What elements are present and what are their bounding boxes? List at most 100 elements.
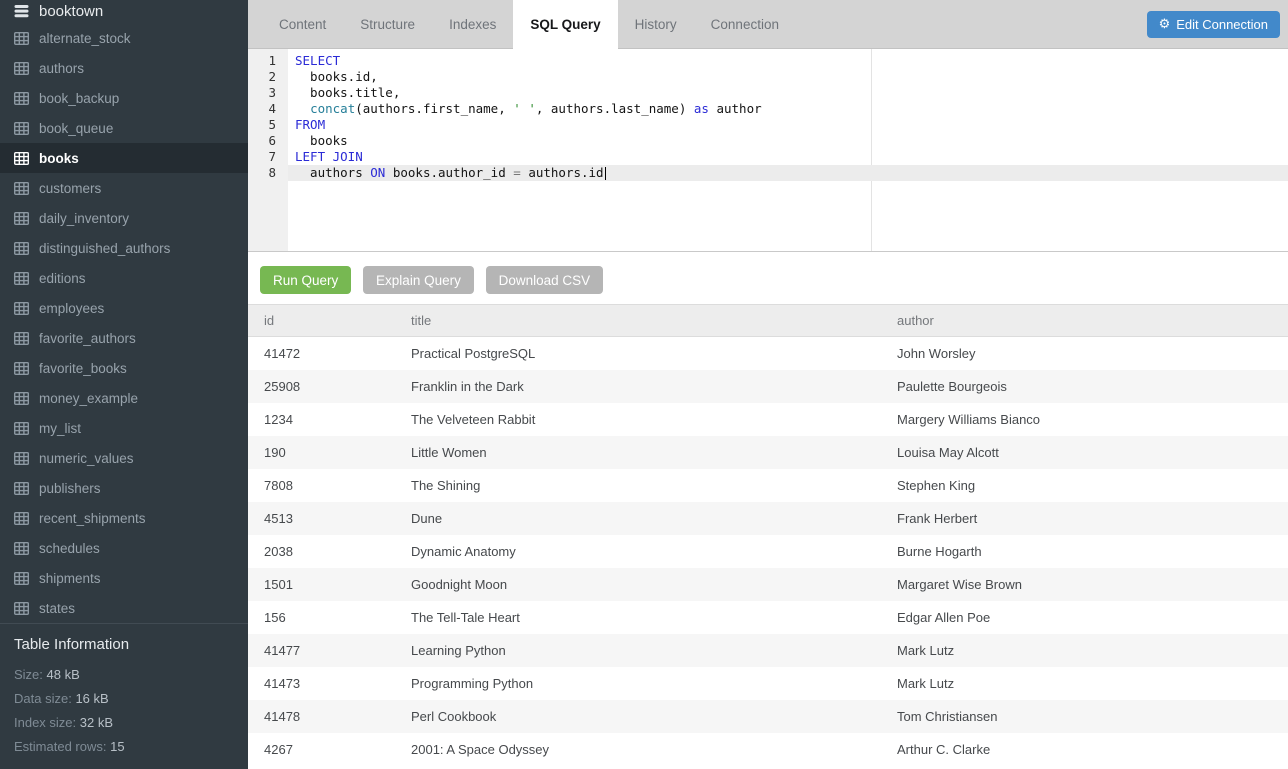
- cell-author: Louisa May Alcott: [897, 436, 1288, 469]
- cell-author: Margaret Wise Brown: [897, 568, 1288, 601]
- cell-author: Tom Christiansen: [897, 700, 1288, 733]
- code-text: LEFT JOIN: [288, 149, 1288, 165]
- tab-sql-query[interactable]: SQL Query: [513, 0, 617, 49]
- cell-author: Mark Lutz: [897, 634, 1288, 667]
- table-row[interactable]: 7808The ShiningStephen King: [248, 469, 1288, 502]
- column-header-id[interactable]: id: [264, 305, 411, 336]
- sidebar-item-money_example[interactable]: money_example: [0, 383, 248, 413]
- sidebar-item-schedules[interactable]: schedules: [0, 533, 248, 563]
- download-csv-button[interactable]: Download CSV: [486, 266, 604, 294]
- table-icon: [14, 602, 29, 615]
- table-icon: [14, 422, 29, 435]
- line-number: 4: [248, 101, 288, 117]
- table-icon: [14, 242, 29, 255]
- table-row[interactable]: 4513DuneFrank Herbert: [248, 502, 1288, 535]
- sidebar-item-books[interactable]: books: [0, 143, 248, 173]
- sidebar-item-my_list[interactable]: my_list: [0, 413, 248, 443]
- table-list: alternate_stockauthors book_backup book_qu…: [0, 23, 248, 623]
- cell-title: The Shining: [411, 469, 897, 502]
- table-row[interactable]: 1234The Velveteen RabbitMargery Williams…: [248, 403, 1288, 436]
- table-row[interactable]: 1501Goodnight MoonMargaret Wise Brown: [248, 568, 1288, 601]
- table-row[interactable]: 41472Practical PostgreSQLJohn Worsley: [248, 337, 1288, 370]
- cell-title: The Tell-Tale Heart: [411, 601, 897, 634]
- table-icon: [14, 572, 29, 585]
- cell-id: 156: [264, 601, 411, 634]
- code-text: books.id,: [288, 69, 1288, 85]
- cell-title: Practical PostgreSQL: [411, 337, 897, 370]
- column-header-title[interactable]: title: [411, 305, 897, 336]
- cell-author: Mark Lutz: [897, 667, 1288, 700]
- table-info-stats: Size: 48 kBData size: 16 kBIndex size: 3…: [14, 663, 234, 759]
- cell-id: 4267: [264, 733, 411, 766]
- cell-id: 190: [264, 436, 411, 469]
- column-header-author[interactable]: author: [897, 305, 1288, 336]
- tab-history[interactable]: History: [618, 0, 694, 48]
- code-line-5: 5FROM: [248, 117, 1288, 133]
- table-icon: [14, 512, 29, 525]
- results-header-row: idtitleauthor: [248, 305, 1288, 337]
- sidebar-item-favorite_books[interactable]: favorite_books: [0, 353, 248, 383]
- table-row[interactable]: 2038Dynamic AnatomyBurne Hogarth: [248, 535, 1288, 568]
- tab-content[interactable]: Content: [262, 0, 343, 48]
- sidebar-item-employees[interactable]: employees: [0, 293, 248, 323]
- explain-query-button[interactable]: Explain Query: [363, 266, 474, 294]
- table-row[interactable]: 41477Learning PythonMark Lutz: [248, 634, 1288, 667]
- table-row[interactable]: 41473Programming PythonMark Lutz: [248, 667, 1288, 700]
- sidebar-item-publishers[interactable]: publishers: [0, 473, 248, 503]
- sidebar-item-customers[interactable]: customers: [0, 173, 248, 203]
- code-line-1: 1SELECT: [248, 53, 1288, 69]
- cell-id: 2038: [264, 535, 411, 568]
- table-name: editions: [39, 271, 86, 286]
- sidebar-item-daily_inventory[interactable]: daily_inventory: [0, 203, 248, 233]
- table-icon: [14, 542, 29, 555]
- cell-id: 41477: [264, 634, 411, 667]
- sidebar-item-states[interactable]: states: [0, 593, 248, 623]
- cell-id: 25908: [264, 370, 411, 403]
- cell-title: Goodnight Moon: [411, 568, 897, 601]
- cell-title: The Velveteen Rabbit: [411, 403, 897, 436]
- sidebar-item-distinguished_authors[interactable]: distinguished_authors: [0, 233, 248, 263]
- table-name: schedules: [39, 541, 100, 556]
- table-row[interactable]: 156The Tell-Tale HeartEdgar Allen Poe: [248, 601, 1288, 634]
- table-name: money_example: [39, 391, 138, 406]
- table-name: authors: [39, 61, 84, 76]
- table-icon: [14, 302, 29, 315]
- code-text: FROM: [288, 117, 1288, 133]
- code-text: SELECT: [288, 53, 1288, 69]
- table-icon: [14, 182, 29, 195]
- sidebar-item-numeric_values[interactable]: numeric_values: [0, 443, 248, 473]
- table-name: distinguished_authors: [39, 241, 170, 256]
- code-line-6: 6 books: [248, 133, 1288, 149]
- table-row[interactable]: 42672001: A Space OdysseyArthur C. Clark…: [248, 733, 1288, 766]
- text-cursor: [605, 167, 606, 180]
- sidebar-item-editions[interactable]: editions: [0, 263, 248, 293]
- tab-indexes[interactable]: Indexes: [432, 0, 513, 48]
- tab-connection[interactable]: Connection: [694, 0, 796, 48]
- line-number: 2: [248, 69, 288, 85]
- cell-id: 41472: [264, 337, 411, 370]
- table-info-stat: Index size: 32 kB: [14, 711, 234, 735]
- sql-editor[interactable]: 1SELECT2 books.id,3 books.title,4 concat…: [248, 49, 1288, 252]
- code-text: books.title,: [288, 85, 1288, 101]
- sidebar-item-authors[interactable]: authors: [0, 53, 248, 83]
- sidebar-item-alternate_stock[interactable]: alternate_stock: [0, 23, 248, 53]
- table-row[interactable]: 190Little WomenLouisa May Alcott: [248, 436, 1288, 469]
- sidebar-item-shipments[interactable]: shipments: [0, 563, 248, 593]
- database-header[interactable]: booktown: [0, 0, 248, 23]
- sidebar-item-favorite_authors[interactable]: favorite_authors: [0, 323, 248, 353]
- line-number: 5: [248, 117, 288, 133]
- table-row[interactable]: 25908Franklin in the DarkPaulette Bourge…: [248, 370, 1288, 403]
- edit-connection-button[interactable]: ⚙ Edit Connection: [1147, 11, 1280, 38]
- cell-title: 2001: A Space Odyssey: [411, 733, 897, 766]
- table-name: numeric_values: [39, 451, 134, 466]
- table-icon: [14, 92, 29, 105]
- table-name: daily_inventory: [39, 211, 129, 226]
- sidebar-item-recent_shipments[interactable]: recent_shipments: [0, 503, 248, 533]
- run-query-button[interactable]: Run Query: [260, 266, 351, 294]
- sidebar-item-book_queue[interactable]: book_queue: [0, 113, 248, 143]
- table-row[interactable]: 41478Perl CookbookTom Christiansen: [248, 700, 1288, 733]
- table-icon: [14, 122, 29, 135]
- table-name: book_queue: [39, 121, 113, 136]
- tab-structure[interactable]: Structure: [343, 0, 432, 48]
- sidebar-item-book_backup[interactable]: book_backup: [0, 83, 248, 113]
